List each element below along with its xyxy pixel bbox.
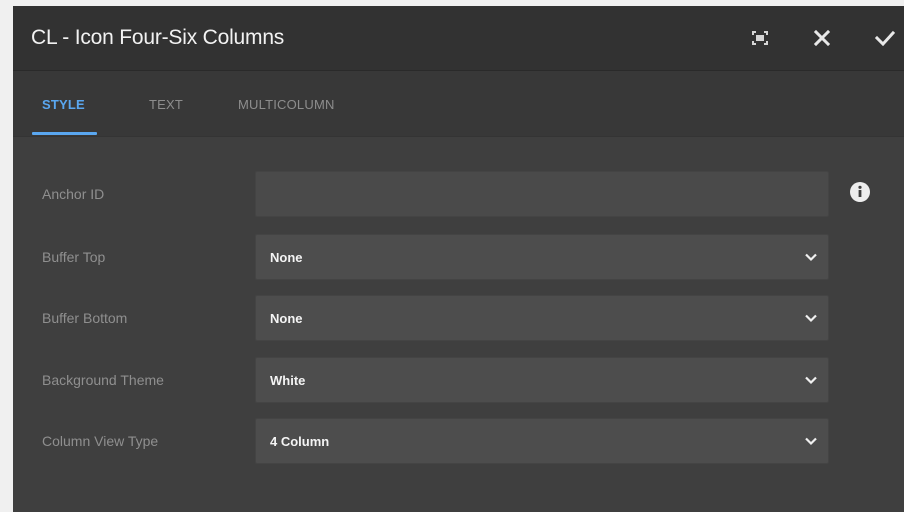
chevron-down-icon: [805, 437, 817, 446]
buffer-top-value: None: [270, 250, 303, 265]
anchor-id-input[interactable]: [255, 171, 829, 217]
column-view-type-label: Column View Type: [42, 433, 159, 449]
tab-text[interactable]: TEXT: [149, 97, 183, 112]
info-icon[interactable]: [850, 182, 870, 202]
background-theme-label: Background Theme: [42, 372, 164, 388]
tab-multicolumn[interactable]: MULTICOLUMN: [238, 97, 335, 112]
chevron-down-icon: [805, 314, 817, 323]
buffer-bottom-row: Buffer Bottom None: [13, 295, 904, 343]
column-view-type-row: Column View Type 4 Column: [13, 418, 904, 466]
chevron-down-icon: [805, 376, 817, 385]
background-theme-select[interactable]: White: [255, 357, 829, 403]
dialog-title: CL - Icon Four-Six Columns: [31, 26, 285, 49]
fullscreen-button[interactable]: [746, 24, 774, 52]
column-view-type-select[interactable]: 4 Column: [255, 418, 829, 464]
component-dialog: CL - Icon Four-Six Columns STYLE TEXT MU…: [13, 6, 904, 512]
background-theme-row: Background Theme White: [13, 357, 904, 405]
chevron-down-icon: [805, 253, 817, 262]
close-button[interactable]: [808, 24, 836, 52]
fullscreen-icon: [752, 31, 768, 45]
tab-style[interactable]: STYLE: [42, 97, 85, 112]
close-icon: [814, 30, 830, 46]
tab-bar: STYLE TEXT MULTICOLUMN: [13, 71, 904, 137]
buffer-top-select[interactable]: None: [255, 234, 829, 280]
column-view-type-value: 4 Column: [270, 434, 330, 449]
background-theme-value: White: [270, 373, 306, 388]
check-icon: [875, 30, 895, 46]
anchor-id-row: Anchor ID: [13, 171, 904, 219]
buffer-top-row: Buffer Top None: [13, 234, 904, 282]
active-tab-indicator: [32, 132, 97, 135]
buffer-top-label: Buffer Top: [42, 249, 106, 265]
done-button[interactable]: [871, 24, 899, 52]
anchor-id-label: Anchor ID: [42, 186, 105, 202]
buffer-bottom-select[interactable]: None: [255, 295, 829, 341]
dialog-titlebar: CL - Icon Four-Six Columns: [13, 6, 904, 71]
buffer-bottom-value: None: [270, 311, 303, 326]
buffer-bottom-label: Buffer Bottom: [42, 310, 128, 326]
